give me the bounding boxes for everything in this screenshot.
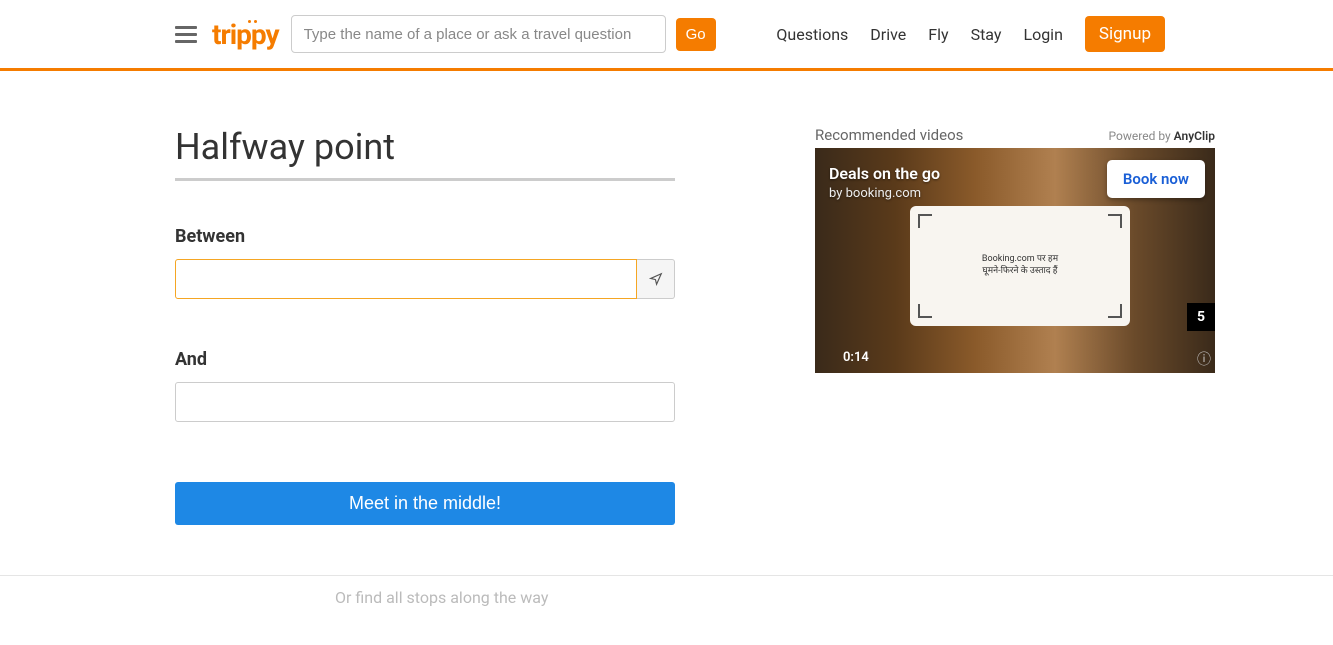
nav-questions[interactable]: Questions: [776, 25, 848, 44]
go-button[interactable]: Go: [676, 18, 716, 51]
and-label: And: [175, 349, 675, 370]
header: trippy Go Questions Drive Fly Stay Login…: [0, 0, 1333, 68]
header-inner: trippy Go Questions Drive Fly Stay Login…: [175, 15, 1165, 53]
video-subtitle: by booking.com: [829, 186, 921, 201]
video-time: 0:14: [843, 350, 869, 365]
video-countdown-badge: 5: [1187, 303, 1215, 331]
logo[interactable]: trippy: [212, 18, 279, 51]
video-card-text: Booking.com पर हम घूमने-फिरने के उस्ताद …: [982, 254, 1058, 277]
bottom-divider: [0, 575, 1333, 576]
between-label: Between: [175, 226, 675, 247]
powered-by-label: Powered by AnyClip: [1109, 129, 1215, 143]
signup-button[interactable]: Signup: [1085, 16, 1165, 52]
video-header-row: Recommended videos Powered by AnyClip: [815, 126, 1215, 144]
powered-prefix: Powered by: [1109, 129, 1174, 143]
video-card-line2: घूमने-फिरने के उस्ताद हैं: [982, 266, 1058, 278]
hamburger-menu-icon[interactable]: [175, 26, 197, 43]
meet-in-middle-button[interactable]: Meet in the middle!: [175, 482, 675, 525]
nav: Questions Drive Fly Stay Login Signup: [776, 16, 1165, 52]
recommended-videos-label: Recommended videos: [815, 126, 963, 144]
video-column: Recommended videos Powered by AnyClip De…: [815, 126, 1215, 575]
video-title: Deals on the go: [829, 164, 940, 183]
between-input[interactable]: [175, 259, 637, 299]
nav-stay[interactable]: Stay: [971, 25, 1002, 44]
book-now-button[interactable]: Book now: [1107, 160, 1205, 198]
help-icon[interactable]: ⓘ: [1197, 349, 1211, 369]
location-arrow-icon: [649, 272, 663, 286]
nav-drive[interactable]: Drive: [870, 25, 906, 44]
use-location-button[interactable]: [637, 259, 675, 299]
video-player[interactable]: Deals on the go by booking.com Book now …: [815, 148, 1215, 373]
video-overlay-card: Booking.com पर हम घूमने-फिरने के उस्ताद …: [910, 206, 1130, 326]
find-stops-link[interactable]: Or find all stops along the way: [335, 588, 1333, 607]
title-underline: [175, 178, 675, 181]
logo-text: trippy: [212, 18, 279, 51]
and-input[interactable]: [175, 382, 675, 422]
search-input[interactable]: [291, 15, 666, 53]
main-content: Halfway point Between And Meet in the mi…: [175, 126, 1165, 575]
video-card-line1: Booking.com पर हम: [982, 254, 1058, 266]
between-input-row: [175, 259, 675, 299]
form-column: Halfway point Between And Meet in the mi…: [175, 126, 675, 575]
nav-login[interactable]: Login: [1023, 25, 1062, 44]
header-divider: [0, 68, 1333, 71]
page-title: Halfway point: [175, 126, 675, 168]
powered-brand[interactable]: AnyClip: [1174, 129, 1215, 143]
nav-fly[interactable]: Fly: [928, 25, 948, 44]
